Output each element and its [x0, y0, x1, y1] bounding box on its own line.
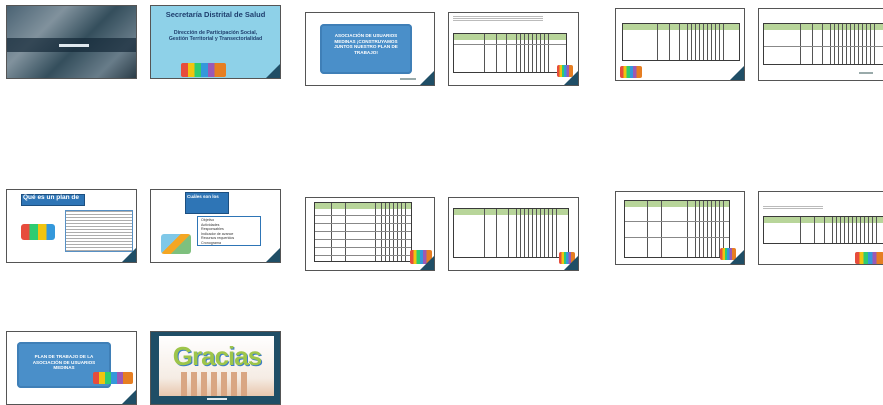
- slide-header-text: [453, 16, 543, 22]
- logo: [207, 398, 227, 400]
- slide-thumbnail-12[interactable]: [758, 191, 883, 265]
- logo: [400, 78, 416, 80]
- slide-thumbnail-6[interactable]: [758, 8, 883, 81]
- plan-table: [624, 200, 730, 258]
- slide-thumbnail-4[interactable]: [448, 12, 579, 86]
- corner-decoration: [266, 248, 280, 262]
- items-box: Objetivo Actividades Responsables Indica…: [197, 216, 261, 246]
- plan-table: [453, 208, 569, 258]
- corner-decoration: [420, 256, 434, 270]
- illustration: [161, 234, 191, 254]
- plan-table: [453, 33, 567, 73]
- people-illustration: [93, 372, 133, 384]
- slide-thumbnail-13[interactable]: PLAN DE TRABAJO DE LA ASOCIACIÓN DE USUA…: [6, 331, 137, 405]
- corner-decoration: [564, 256, 578, 270]
- scroll-text: ASOCIACIÓN DE USUARIOS MEDINAS ¡CONSTRUY…: [334, 33, 398, 55]
- definition-box: [65, 210, 133, 252]
- plan-table: [763, 23, 883, 65]
- corner-decoration: [730, 66, 744, 80]
- slide-title: Qué es un plan de: [23, 194, 79, 201]
- plan-table: [622, 23, 740, 61]
- slide-thumbnail-3[interactable]: ASOCIACIÓN DE USUARIOS MEDINAS ¡CONSTRUY…: [305, 12, 435, 86]
- slide-thumbnail-10[interactable]: [448, 197, 579, 271]
- slide-thumbnail-8[interactable]: Cuáles son los Objetivo Actividades Resp…: [150, 189, 281, 263]
- people-illustration: [855, 252, 883, 264]
- slide-header-text: [763, 206, 823, 210]
- slide-thumbnail-11[interactable]: [615, 191, 745, 265]
- logo: [859, 72, 873, 74]
- scroll-text: PLAN DE TRABAJO DE LA ASOCIACIÓN DE USUA…: [32, 354, 96, 370]
- list-item: Cronograma: [201, 240, 221, 245]
- corner-decoration: [730, 250, 744, 264]
- people-illustration: [181, 63, 226, 77]
- corner-decoration: [564, 71, 578, 85]
- logo: [59, 44, 89, 47]
- slide-thumbnail-5[interactable]: [615, 8, 745, 81]
- corner-decoration: [122, 248, 136, 262]
- hands: [181, 372, 251, 396]
- corner-decoration: [266, 64, 280, 78]
- corner-decoration: [420, 71, 434, 85]
- slide-thumbnail-9[interactable]: [305, 197, 435, 271]
- slide-title: Cuáles son los: [187, 194, 219, 199]
- people-illustration: [620, 66, 642, 78]
- slide-thumbnail-7[interactable]: Qué es un plan de: [6, 189, 137, 263]
- slide-thumbnail-2[interactable]: Secretaría Distrital de Salud Dirección …: [150, 5, 281, 79]
- puzzle-illustration: [21, 224, 55, 240]
- slide-title: Secretaría Distrital de Salud: [165, 10, 266, 19]
- plan-table: [314, 202, 412, 262]
- slide-thumbnail-14[interactable]: Gracias: [150, 331, 281, 405]
- slide-subtitle: Dirección de Participación Social, Gesti…: [168, 30, 263, 42]
- slide-thumbnail-1[interactable]: [6, 5, 137, 79]
- plan-table: [763, 216, 883, 244]
- corner-decoration: [122, 390, 136, 404]
- gracias-word: Gracias: [172, 341, 262, 371]
